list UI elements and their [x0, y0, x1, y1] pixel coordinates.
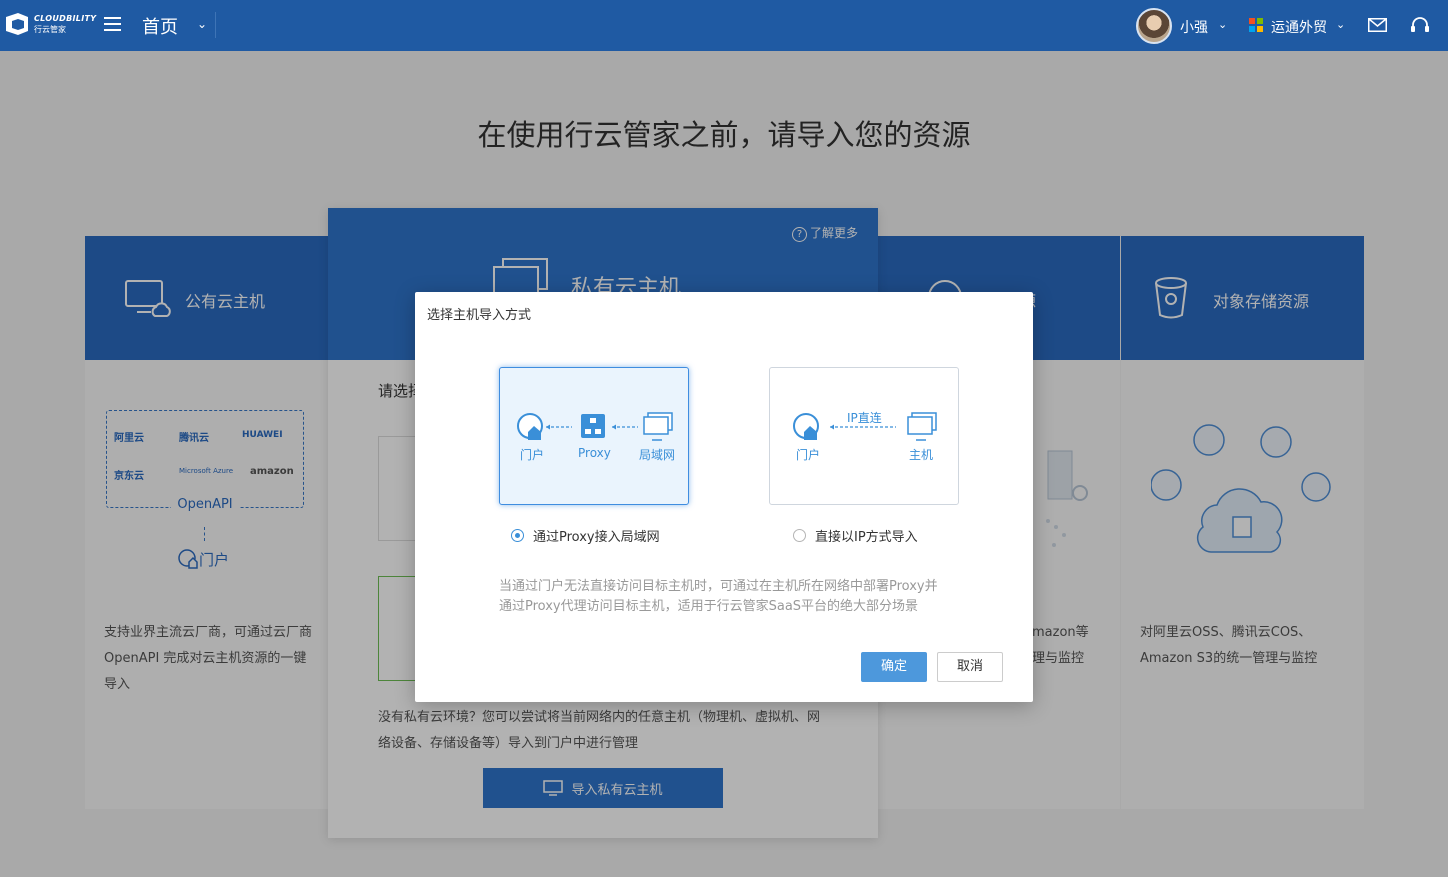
direct-ip-radio-option[interactable]: 直接以IP方式导入: [793, 526, 918, 545]
portal-label: 门户: [796, 448, 821, 462]
org-windows-icon: [1249, 18, 1263, 32]
user-name[interactable]: 小强: [1180, 17, 1208, 37]
radio-button[interactable]: [793, 529, 806, 542]
logo-text-cn: 行云管家: [34, 24, 66, 34]
proxy-radio-label[interactable]: 通过Proxy接入局域网: [533, 526, 660, 545]
logo-text-en: CLOUDBILITY: [34, 13, 97, 23]
chevron-down-icon[interactable]: ⌄: [1218, 18, 1227, 31]
confirm-button[interactable]: 确定: [861, 652, 927, 682]
method-description: 当通过门户无法直接访问目标主机时，可通过在主机所在网络中部署Proxy并通过Pr…: [499, 579, 938, 614]
home-tab[interactable]: 首页: [142, 13, 178, 39]
direct-ip-option-card[interactable]: IP直连 门户 主机: [769, 367, 959, 505]
import-method-dialog: 选择主机导入方式 门户 Proxy 局域网 IP直连 门户 主机 通过Proxy…: [415, 292, 1033, 702]
radio-button-selected[interactable]: [511, 529, 524, 542]
direct-ip-radio-label[interactable]: 直接以IP方式导入: [815, 526, 918, 545]
lan-label: 局域网: [639, 448, 676, 462]
chevron-down-icon[interactable]: ⌄: [1336, 18, 1345, 31]
proxy-radio-option[interactable]: 通过Proxy接入局域网: [511, 526, 660, 545]
organization-name[interactable]: 运通外贸: [1271, 17, 1327, 37]
host-label: 主机: [909, 448, 934, 462]
chevron-down-icon[interactable]: ⌄: [197, 17, 207, 31]
proxy-option-card[interactable]: 门户 Proxy 局域网: [499, 367, 689, 505]
ip-direct-label: IP直连: [847, 411, 882, 425]
proxy-topology-diagram: [517, 412, 673, 441]
top-navigation-bar: CLOUDBILITY 行云管家 首页 ⌄ 小强 ⌄ 运通外贸 ⌄: [0, 0, 1448, 51]
menu-icon[interactable]: [104, 17, 121, 31]
cloudbility-logo[interactable]: CLOUDBILITY 行云管家: [4, 9, 98, 39]
divider: [215, 12, 216, 38]
dialog-title: 选择主机导入方式: [427, 308, 532, 323]
headset-icon[interactable]: [1410, 16, 1430, 34]
mail-icon[interactable]: [1368, 18, 1387, 32]
cancel-button[interactable]: 取消: [937, 652, 1003, 682]
proxy-label: Proxy: [578, 446, 611, 460]
avatar[interactable]: [1136, 8, 1172, 44]
portal-label: 门户: [520, 448, 545, 462]
logo-mark-icon: [6, 13, 28, 35]
